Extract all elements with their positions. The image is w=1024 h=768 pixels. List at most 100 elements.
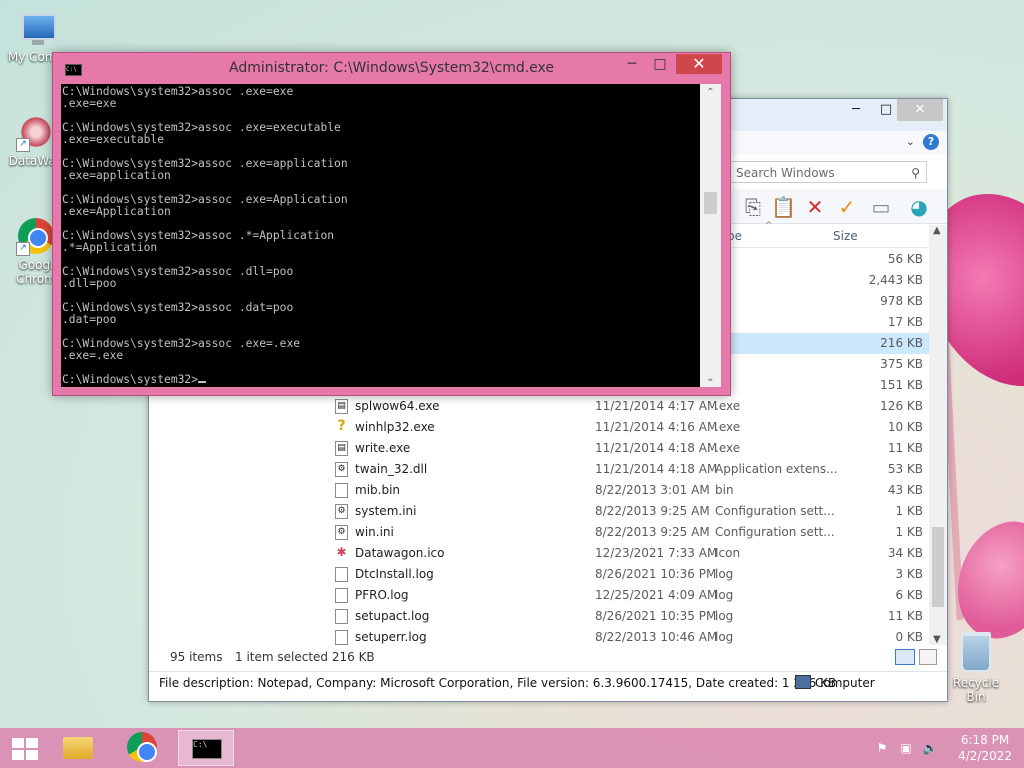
help-icon[interactable]: ? [923,134,939,150]
table-row[interactable]: setuperr.log 8/22/2013 10:46 AM log 0 KB [149,627,929,648]
file-icon [335,483,348,498]
details-view-icon[interactable] [895,649,915,665]
file-icon [335,609,348,624]
file-name: PFRO.log [355,588,409,602]
start-button[interactable] [12,738,38,760]
file-type: Configuration sett... [715,525,835,539]
selection-info: 1 item selected 216 KB [235,650,375,664]
column-size-header[interactable]: Size [833,229,858,243]
minimize-button[interactable]: ─ [841,99,871,121]
details-bar: File description: Notepad, Company: Micr… [149,671,947,694]
table-row[interactable]: ✱ Datawagon.ico 12/23/2021 7:33 AM Icon 34 K… [149,543,929,564]
status-bar: 95 items 1 item selected 216 KB [149,647,947,667]
large-icons-view-icon[interactable] [919,649,937,665]
help-icon: ? [335,419,348,435]
console-prompt: C:\Windows\system32> [62,373,199,386]
recycle-bin-icon [961,632,991,672]
clock[interactable]: 6:18 PM 4/2/2022 [958,732,1012,764]
globe-icon[interactable]: ◕ [907,195,931,219]
file-name: system.ini [355,504,417,518]
table-row[interactable]: ⚙ win.ini 8/22/2013 9:25 AM Configuration s… [149,522,929,543]
settings-file-icon: ⚙ [335,525,348,540]
copy-icon[interactable]: ⎘ [741,195,765,219]
file-date: 8/22/2013 9:25 AM [595,504,710,518]
file-date: 11/21/2014 4:18 AM [595,462,718,476]
item-count: 95 items [170,650,223,664]
table-row[interactable]: mib.bin 8/22/2013 3:01 AM bin 43 KB [149,480,929,501]
file-date: 12/25/2021 4:09 AM [595,588,718,602]
taskbar-file-explorer[interactable] [54,730,104,766]
table-row[interactable]: ⚙ twain_32.dll 11/21/2014 4:18 AM Applicati… [149,459,929,480]
file-size: 11 KB [887,609,923,623]
settings-file-icon: ⚙ [335,504,348,519]
minimize-button[interactable]: ─ [618,54,646,74]
shortcut-arrow-icon: ↗ [16,138,30,152]
file-type: bin [715,483,734,497]
table-row[interactable]: DtcInstall.log 8/26/2021 10:36 PM log 3 KB [149,564,929,585]
action-center-flag-icon[interactable]: ⚑ [874,740,890,756]
volume-muted-icon[interactable]: 🔈 [922,740,938,756]
clock-time: 6:18 PM [960,733,1010,747]
file-type: .exe [715,441,741,455]
cmd-window[interactable]: C:\ Administrator: C:\Windows\System32\c… [52,52,731,396]
checkmark-icon[interactable]: ✓ [835,195,859,219]
cmd-icon: C:\ [192,739,222,759]
file-size: 0 KB [895,630,923,644]
file-type: log [715,630,734,644]
file-icon [335,630,348,645]
maximize-button[interactable]: □ [646,54,674,74]
file-type: .exe [715,420,741,434]
table-row[interactable]: ? winhlp32.exe 11/21/2014 4:16 AM .exe 10 KB [149,417,929,438]
search-input[interactable]: Search Windows ⚲ [729,161,927,183]
file-date: 11/21/2014 4:16 AM [595,420,718,434]
file-date: 11/21/2014 4:18 AM [595,441,718,455]
paste-icon[interactable]: 📋 [771,195,796,219]
chevron-down-icon[interactable]: ⌄ [906,135,915,148]
file-size: 126 KB [880,399,923,413]
scroll-up-icon[interactable]: ▲ [933,225,941,236]
delete-icon[interactable]: ✕ [803,195,827,219]
file-size: 1 KB [895,525,923,539]
file-name: setuperr.log [355,630,427,644]
scroll-thumb[interactable] [704,192,717,214]
file-date: 8/26/2021 10:35 PM [595,609,717,623]
file-icon: ▤ [335,441,348,456]
file-date: 11/21/2014 4:17 AM [595,399,718,413]
scroll-down-icon[interactable]: ▼ [933,634,941,645]
table-row[interactable]: PFRO.log 12/25/2021 4:09 AM log 6 KB [149,585,929,606]
file-name: write.exe [355,441,411,455]
file-date: 12/23/2021 7:33 AM [595,546,718,560]
clock-date: 4/2/2022 [958,749,1012,763]
desktop-icon-recycle-bin[interactable]: Recycle Bin [944,632,1008,704]
vertical-scrollbar[interactable]: ▲ ▼ [929,225,947,645]
computer-icon [795,675,811,689]
close-button[interactable]: ✕ [676,54,722,74]
close-button[interactable]: ✕ [897,99,943,121]
scroll-thumb[interactable] [932,527,944,607]
file-size: 10 KB [887,420,923,434]
file-size: 43 KB [887,483,923,497]
file-date: 8/22/2013 3:01 AM [595,483,710,497]
taskbar-chrome[interactable] [118,730,168,766]
file-icon: ▤ [335,399,348,414]
console-output[interactable]: C:\Windows\system32>assoc .exe=exe .exe=… [61,84,700,387]
console-scrollbar[interactable]: ⌃ ⌄ [700,84,721,387]
table-row[interactable]: setupact.log 8/26/2021 10:35 PM log 11 KB [149,606,929,627]
rename-icon[interactable]: ▭ [869,195,893,219]
table-row[interactable]: ▤ write.exe 11/21/2014 4:18 AM .exe 11 KB [149,438,929,459]
network-icon[interactable]: ▣ [898,740,914,756]
folder-icon [63,737,93,759]
file-name: DtcInstall.log [355,567,434,581]
taskbar: C:\ ⚑ ▣ 🔈 6:18 PM 4/2/2022 [0,728,1024,768]
file-type: Configuration sett... [715,504,835,518]
file-type: .exe [715,399,741,413]
file-type: Icon [715,546,741,560]
taskbar-cmd[interactable]: C:\ [178,730,234,766]
table-row[interactable]: ▤ splwow64.exe 11/21/2014 4:17 AM .exe 126 K… [149,396,929,417]
file-date: 8/22/2013 10:46 AM [595,630,718,644]
scroll-up-icon[interactable]: ⌃ [700,87,721,98]
scroll-down-icon[interactable]: ⌄ [700,373,721,384]
file-type: Application extens... [715,462,838,476]
table-row[interactable]: ⚙ system.ini 8/22/2013 9:25 AM Configuratio… [149,501,929,522]
file-name: twain_32.dll [355,462,428,476]
